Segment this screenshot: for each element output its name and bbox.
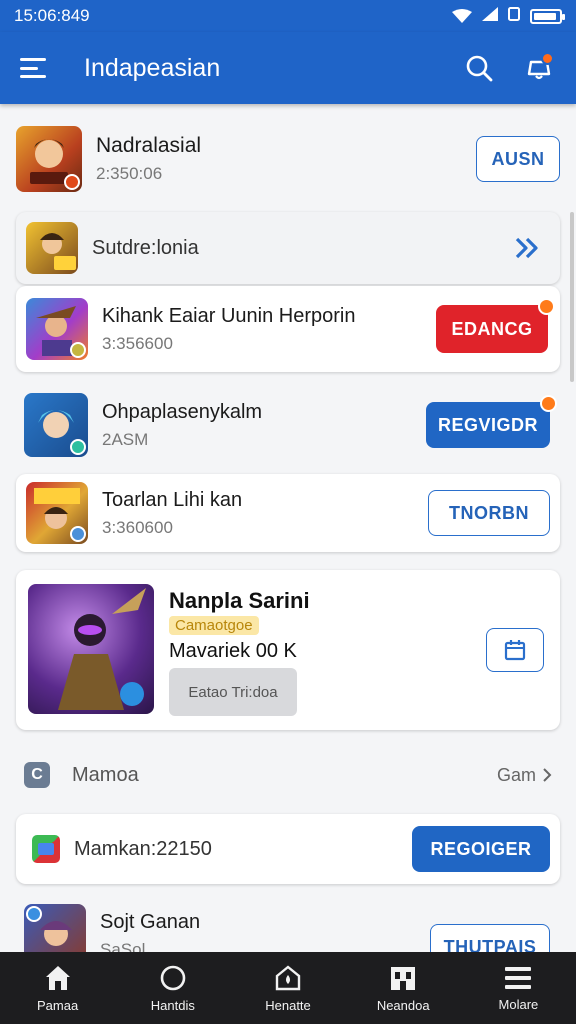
status-time: 15:06:849 xyxy=(14,6,90,25)
item-subtitle: 2ASM xyxy=(102,429,149,449)
featured-price: Mavariek 00 K xyxy=(169,640,297,662)
promo-button[interactable]: REGOIGER xyxy=(412,826,550,872)
promo-info: Mamkan:22150 xyxy=(74,838,412,861)
system-icons xyxy=(452,6,565,26)
see-all-label: Gam xyxy=(496,764,536,785)
app-logo-icon xyxy=(32,835,60,863)
section-label: Mamoa xyxy=(72,763,139,786)
action-button[interactable]: EDANCG xyxy=(436,298,555,353)
item-title: Toarlan Lihi kan xyxy=(102,488,243,511)
item-title: Nadralasial xyxy=(96,134,202,157)
item-title: Sutdre:lonia xyxy=(92,236,199,259)
game-thumbnail xyxy=(24,393,88,457)
game-thumbnail xyxy=(26,482,88,544)
nav-item-more[interactable]: Molare xyxy=(461,952,576,1024)
see-all-link[interactable]: Gam xyxy=(497,765,552,786)
list-item[interactable]: Ohpaplasenykalm 2ASM REGVIGDR xyxy=(16,382,560,468)
nav-label: Hantdis xyxy=(150,997,195,1013)
bottom-nav: Pamaa Hantdis Henatte Neandoa Molare xyxy=(0,952,576,1024)
wifi-icon xyxy=(452,9,472,23)
section-icon: C xyxy=(24,762,50,788)
alert-dot-icon xyxy=(540,395,557,412)
featured-title: Nanpla Sarini xyxy=(169,588,310,613)
game-thumbnail xyxy=(16,126,82,192)
chevron-right-icon[interactable] xyxy=(510,231,544,265)
scrollbar[interactable] xyxy=(570,212,574,382)
nav-label: Pamaa xyxy=(37,997,79,1013)
nav-label: Henatte xyxy=(265,997,311,1013)
item-title: Ohpaplasenykalm xyxy=(102,400,263,423)
featured-tag: Camaotgoe xyxy=(169,616,259,635)
sim-icon xyxy=(508,6,520,26)
main-content: Nadralasial 2:350:06 AUSN Sutdre:lonia K… xyxy=(0,104,576,952)
list-item[interactable]: Toarlan Lihi kan 3:360600 TNORBN xyxy=(16,474,560,552)
item-info: Sojt Ganan SaSol xyxy=(100,911,430,953)
badge-icon xyxy=(70,439,86,455)
search-icon[interactable] xyxy=(462,51,496,85)
action-button[interactable]: REGVIGDR xyxy=(426,395,557,448)
page-title: Indapeasian xyxy=(84,53,221,82)
game-thumbnail xyxy=(26,222,78,274)
circle-icon xyxy=(160,965,186,990)
game-thumbnail xyxy=(26,298,88,360)
list-item[interactable]: Kihank Eaiar Uunin Herporin 3:356600 EDA… xyxy=(16,286,560,372)
nav-item-3[interactable]: Henatte xyxy=(230,952,345,1024)
promo-row[interactable]: Mamkan:22150 REGOIGER xyxy=(16,814,560,884)
nav-label: Molare xyxy=(498,996,539,1012)
item-info: Sutdre:lonia xyxy=(92,237,510,260)
item-subtitle: 3:360600 xyxy=(102,517,173,537)
list-item[interactable]: Sojt Ganan SaSol THUTPAIS xyxy=(16,900,560,952)
nav-item-4[interactable]: Neandoa xyxy=(346,952,461,1024)
nav-item-2[interactable]: Hantdis xyxy=(115,952,230,1024)
list-item[interactable]: Sutdre:lonia xyxy=(16,212,560,284)
featured-secondary-button[interactable]: Eatao Tri:doa xyxy=(169,668,297,716)
item-subtitle: 2:350:06 xyxy=(96,164,163,183)
action-button[interactable]: AUSN xyxy=(476,136,560,182)
store-icon xyxy=(391,966,416,990)
house-drop-icon xyxy=(275,964,301,990)
item-subtitle: SaSol xyxy=(100,939,146,953)
action-button[interactable]: TNORBN xyxy=(428,490,550,536)
game-thumbnail xyxy=(24,904,86,952)
item-title: Kihank Eaiar Uunin Herporin xyxy=(102,304,356,327)
menu-icon[interactable] xyxy=(20,58,46,78)
list-item[interactable]: Nadralasial 2:350:06 AUSN xyxy=(16,124,560,194)
badge-icon xyxy=(64,174,80,190)
badge-icon xyxy=(70,526,86,542)
status-bar: 15:06:849 xyxy=(0,0,576,32)
nav-item-home[interactable]: Pamaa xyxy=(0,952,115,1024)
alert-dot-icon xyxy=(538,298,555,315)
chevron-right-icon xyxy=(543,768,552,782)
action-button-label: REGVIGDR xyxy=(437,414,538,435)
item-subtitle: 3:356600 xyxy=(102,333,173,353)
notifications-icon[interactable] xyxy=(522,51,556,85)
signal-icon xyxy=(482,6,498,26)
home-icon xyxy=(45,965,70,990)
promo-text: Mamkan:22150 xyxy=(74,837,212,860)
notification-dot xyxy=(541,52,554,65)
section-header: C Mamoa Gam xyxy=(24,760,552,790)
item-info: Kihank Eaiar Uunin Herporin 3:356600 xyxy=(102,305,436,354)
item-info: Toarlan Lihi kan 3:360600 xyxy=(102,489,428,538)
badge-icon xyxy=(70,342,86,358)
featured-thumbnail xyxy=(28,584,154,714)
action-button-label: EDANCG xyxy=(451,318,533,339)
badge-icon xyxy=(26,906,42,922)
featured-card[interactable]: Nanpla Sarini Camaotgoe Mavariek 00 K Ea… xyxy=(16,570,560,730)
action-button[interactable]: THUTPAIS xyxy=(430,924,550,952)
item-info: Nadralasial 2:350:06 xyxy=(96,134,476,184)
app-bar: Indapeasian xyxy=(0,32,576,104)
nav-label: Neandoa xyxy=(376,997,430,1013)
item-info: Ohpaplasenykalm 2ASM xyxy=(102,401,426,450)
battery-icon xyxy=(530,8,565,24)
menu-lines-icon xyxy=(505,966,532,989)
item-title: Sojt Ganan xyxy=(100,910,201,933)
calendar-icon[interactable] xyxy=(486,628,544,672)
